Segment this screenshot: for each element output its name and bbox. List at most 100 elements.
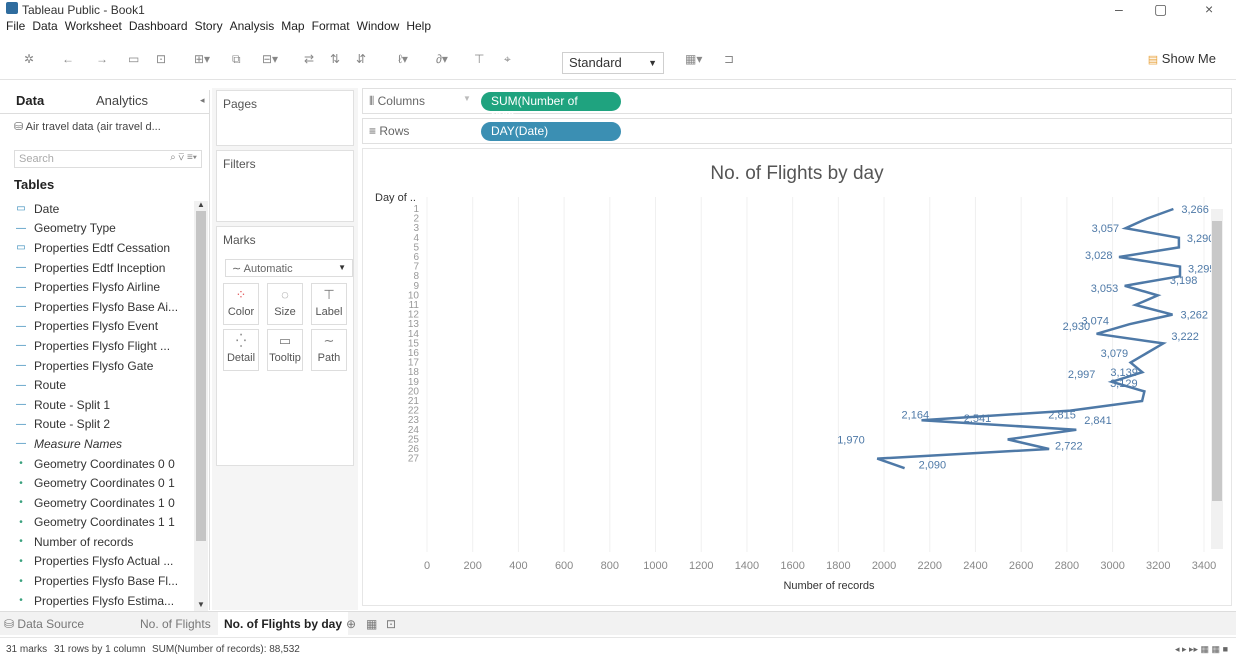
- field-item[interactable]: ▭ Properties Edtf Cessation: [14, 238, 194, 258]
- field-label: Date: [34, 201, 60, 216]
- field-item[interactable]: ▭ Date: [14, 199, 194, 219]
- filters-card[interactable]: Filters: [216, 150, 354, 222]
- tooltip-label: Tooltip: [269, 352, 301, 364]
- minimize-button[interactable]: –: [1115, 1, 1123, 17]
- search-input[interactable]: Search ⌕ ⊽ ≡▾: [14, 150, 202, 168]
- field-item[interactable]: • Geometry Coordinates 1 0: [14, 493, 194, 513]
- label-label: Label: [315, 306, 343, 318]
- new-sheet-icon[interactable]: ⊕: [346, 617, 356, 631]
- status-view-controls[interactable]: ◂ ▸ ▸▸ ▦ ▦ ■: [1175, 644, 1228, 655]
- swap-icon[interactable]: ⇄: [304, 52, 314, 66]
- tab-analytics[interactable]: Analytics: [96, 93, 148, 108]
- label-button[interactable]: ⊤ Label: [311, 283, 347, 325]
- sheet-tab-no-of-flights[interactable]: No. of Flights: [140, 617, 211, 631]
- scroll-up-icon[interactable]: ▲: [197, 200, 205, 209]
- menu-file[interactable]: File: [6, 19, 25, 35]
- data-pane-scrollbar[interactable]: ▲ ▼: [194, 200, 208, 611]
- sheet-tab-no-of-flights-by-day[interactable]: No. of Flights by day: [218, 612, 349, 636]
- new-worksheet-icon[interactable]: ⊞▾: [194, 52, 210, 66]
- fit-select-value: Standard: [569, 55, 622, 70]
- text-field-icon: —: [16, 301, 26, 313]
- field-item[interactable]: — Properties Flysfo Event: [14, 317, 194, 337]
- highlight-icon[interactable]: ℓ▾: [398, 52, 408, 66]
- field-item[interactable]: — Route - Split 2: [14, 415, 194, 435]
- x-tick-label: 1000: [643, 560, 667, 572]
- field-item[interactable]: • Properties Flysfo Base Fl...: [14, 571, 194, 591]
- menu-window[interactable]: Window: [357, 19, 400, 35]
- columns-pill[interactable]: SUM(Number of reco..: [481, 92, 621, 122]
- menu-dashboard[interactable]: Dashboard: [129, 19, 188, 35]
- field-item[interactable]: — Properties Edtf Inception: [14, 258, 194, 278]
- sort-descending-icon[interactable]: ⇵: [356, 52, 366, 66]
- detail-label: Detail: [226, 352, 256, 364]
- collapse-pane-icon[interactable]: ◂: [200, 95, 205, 106]
- field-item[interactable]: — Properties Flysfo Gate: [14, 356, 194, 376]
- search-filter-icons[interactable]: ⌕ ⊽ ≡▾: [170, 152, 197, 163]
- menu-format[interactable]: Format: [312, 19, 350, 35]
- columns-shelf[interactable]: ⦀ Columns ▼ SUM(Number of reco..: [362, 88, 1232, 122]
- rows-shelf[interactable]: ≡ Rows DAY(Date): [362, 118, 1232, 144]
- data-label: 2,930: [1063, 321, 1091, 333]
- detail-button[interactable]: ⁛ Detail: [223, 329, 259, 371]
- data-label: 1,970: [837, 434, 865, 446]
- field-item[interactable]: • Properties Flysfo Estima...: [14, 591, 194, 611]
- size-button[interactable]: ◌ Size: [267, 283, 303, 325]
- field-item[interactable]: • Geometry Coordinates 0 0: [14, 454, 194, 474]
- field-label: Route - Split 2: [34, 417, 111, 432]
- duplicate-sheet-icon[interactable]: ⧉: [232, 52, 241, 67]
- presentation-icon[interactable]: ⊐: [724, 52, 734, 66]
- field-item[interactable]: — Properties Flysfo Flight ...: [14, 336, 194, 356]
- menu-analysis[interactable]: Analysis: [230, 19, 275, 35]
- tableau-logo-icon[interactable]: ✲: [24, 52, 34, 66]
- y-axis-title: Day of ..: [375, 192, 416, 204]
- line-chart[interactable]: 0 200 400 600 800 1000 1200 1400 1600 1800 2000 220…: [363, 149, 1233, 607]
- menu-data[interactable]: Data: [32, 19, 57, 35]
- path-button[interactable]: ∼ Path: [311, 329, 347, 371]
- data-source-tab[interactable]: ⛁ Data Source: [4, 617, 84, 631]
- field-item[interactable]: — Properties Flysfo Base Ai...: [14, 297, 194, 317]
- pages-card[interactable]: Pages: [216, 90, 354, 146]
- fit-select[interactable]: Standard ▼: [562, 52, 664, 74]
- new-story-icon[interactable]: ⊡: [386, 617, 396, 631]
- save-icon[interactable]: ▭: [128, 52, 139, 66]
- menu-worksheet[interactable]: Worksheet: [65, 19, 122, 35]
- scroll-down-icon[interactable]: ▼: [197, 600, 205, 609]
- clear-sheet-icon[interactable]: ⊟▾: [262, 52, 278, 66]
- tab-data[interactable]: Data: [16, 93, 44, 108]
- field-item[interactable]: — Measure Names: [14, 434, 194, 454]
- field-item[interactable]: — Route: [14, 375, 194, 395]
- mark-type-select[interactable]: ∼ Automatic ▼: [225, 259, 353, 277]
- menu-help[interactable]: Help: [406, 19, 431, 35]
- fix-axes-icon[interactable]: ⌖: [504, 52, 511, 67]
- viz-area[interactable]: No. of Flights by day 0 200 400 600 800 1000 1…: [362, 148, 1232, 606]
- field-item[interactable]: • Number of records: [14, 532, 194, 552]
- redo-icon[interactable]: →: [96, 52, 108, 66]
- close-button[interactable]: ×: [1205, 1, 1213, 17]
- datasource-item[interactable]: ⛁ Air travel data (air travel d...: [14, 120, 161, 133]
- show-me-button[interactable]: ▤ Show Me: [1148, 51, 1216, 66]
- data-source-tab-label: Data Source: [17, 617, 85, 631]
- menu-story[interactable]: Story: [195, 19, 223, 35]
- rows-pill[interactable]: DAY(Date): [481, 122, 621, 141]
- color-button[interactable]: ⁘ Color: [223, 283, 259, 325]
- x-tick-label: 3200: [1146, 560, 1170, 572]
- data-label: 3,129: [1110, 378, 1138, 390]
- maximize-button[interactable]: ▢: [1154, 1, 1167, 18]
- labels-toggle-icon[interactable]: ⊤: [474, 52, 484, 66]
- field-item[interactable]: • Geometry Coordinates 1 1: [14, 513, 194, 533]
- scrollbar-thumb[interactable]: [196, 211, 206, 541]
- rows-shelf-label: ≡ Rows: [369, 124, 409, 138]
- new-datasource-icon[interactable]: ⊡: [156, 52, 166, 66]
- new-dashboard-icon[interactable]: ▦: [366, 617, 377, 631]
- sort-ascending-icon[interactable]: ⇅: [330, 52, 340, 66]
- show-cards-icon[interactable]: ▦▾: [685, 52, 702, 66]
- field-item[interactable]: — Route - Split 1: [14, 395, 194, 415]
- menu-map[interactable]: Map: [281, 19, 304, 35]
- field-item[interactable]: • Properties Flysfo Actual ...: [14, 552, 194, 572]
- field-item[interactable]: — Geometry Type: [14, 219, 194, 239]
- tooltip-button[interactable]: ▭ Tooltip: [267, 329, 303, 371]
- field-item[interactable]: • Geometry Coordinates 0 1: [14, 473, 194, 493]
- annotate-icon[interactable]: ∂▾: [436, 52, 448, 66]
- field-item[interactable]: — Properties Flysfo Airline: [14, 277, 194, 297]
- undo-icon[interactable]: ←: [62, 52, 74, 66]
